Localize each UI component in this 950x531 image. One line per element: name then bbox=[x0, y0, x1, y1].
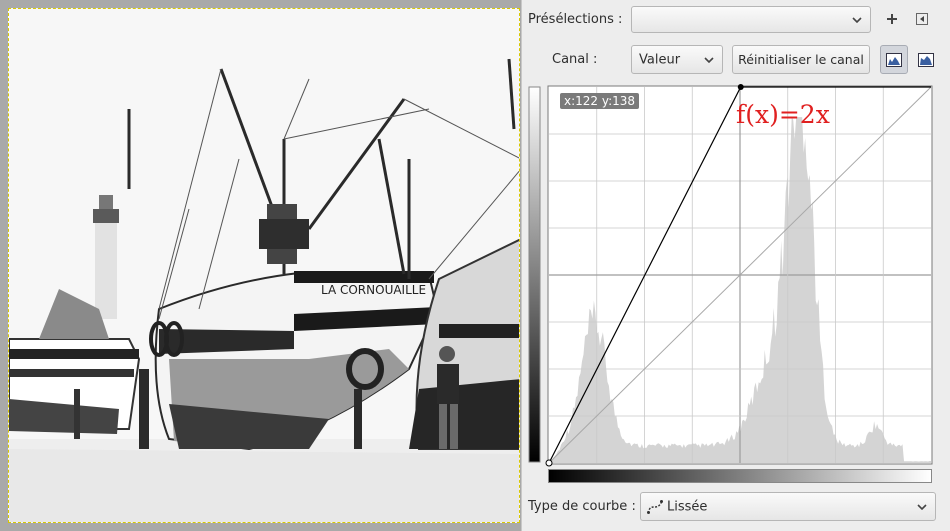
boat-photo: LA CORNOUAILLE bbox=[9, 9, 519, 522]
input-gradient-bar bbox=[548, 469, 932, 483]
chevron-down-icon bbox=[852, 16, 862, 23]
reset-channel-button[interactable]: Réinitialiser le canal bbox=[732, 45, 870, 74]
channel-label: Canal : bbox=[552, 52, 598, 67]
curve-point bbox=[737, 84, 744, 90]
chevron-down-icon bbox=[704, 56, 714, 63]
curve-graph[interactable] bbox=[528, 83, 942, 468]
output-gradient-bar bbox=[528, 86, 541, 463]
channel-value: Valeur bbox=[639, 52, 681, 67]
smooth-curve-icon bbox=[647, 500, 663, 514]
curves-dialog: Présélections : Canal : Valeur Réinitial… bbox=[521, 0, 950, 531]
image-canvas[interactable]: LA CORNOUAILLE bbox=[0, 0, 521, 531]
chevron-down-icon bbox=[917, 503, 927, 510]
cursor-readout: x:122 y:138 bbox=[560, 93, 640, 109]
formula-annotation: f(x)=2x bbox=[736, 100, 830, 129]
linear-histogram-icon[interactable] bbox=[880, 45, 908, 74]
image-frame[interactable]: LA CORNOUAILLE bbox=[8, 8, 520, 523]
curve-editor[interactable]: x:122 y:138 f(x)=2x bbox=[528, 83, 942, 468]
plus-icon[interactable] bbox=[884, 11, 900, 27]
channel-combo[interactable]: Valeur bbox=[631, 45, 723, 74]
hull-name: LA CORNOUAILLE bbox=[321, 283, 426, 297]
curve-type-label: Type de courbe : bbox=[528, 499, 636, 514]
log-histogram-icon[interactable] bbox=[912, 45, 940, 74]
curve-type-combo[interactable]: Lissée bbox=[640, 492, 936, 521]
presets-label: Présélections : bbox=[528, 12, 623, 27]
curve-point bbox=[545, 459, 553, 467]
curve-type-value: Lissée bbox=[667, 499, 708, 514]
menu-arrow-icon[interactable] bbox=[914, 11, 930, 27]
presets-combo[interactable] bbox=[631, 6, 871, 33]
